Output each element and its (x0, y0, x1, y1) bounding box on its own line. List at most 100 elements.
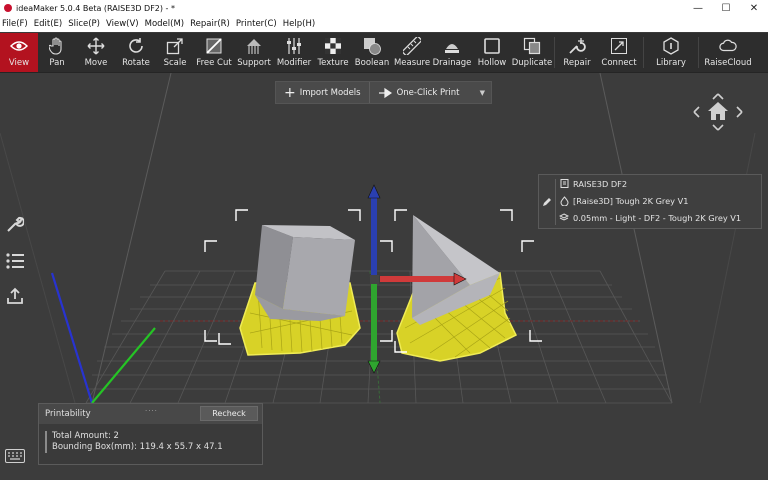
printability-title: Printability (45, 409, 91, 419)
tool-drainage[interactable]: Drainage (432, 33, 472, 72)
printer-row[interactable]: RAISE3D DF2 (539, 175, 761, 192)
import-models-button[interactable]: + Import Models (276, 82, 369, 103)
nav-right-icon (736, 106, 743, 118)
connect-icon (610, 37, 628, 55)
menu-help[interactable]: Help(H) (283, 19, 315, 29)
rotate-icon (127, 37, 145, 55)
tool-texture[interactable]: Texture (314, 33, 352, 72)
tool-label: Drainage (432, 58, 472, 68)
material-row[interactable]: [Raise3D] Tough 2K Grey V1 (539, 192, 761, 209)
tool-label: Boolean (354, 58, 390, 68)
menu-edit[interactable]: Edit(E) (34, 19, 62, 29)
wrench-icon[interactable] (4, 213, 26, 235)
total-amount-text: Total Amount: 2 (52, 431, 119, 441)
eye-icon (10, 37, 28, 55)
tool-duplicate[interactable]: Duplicate (512, 33, 552, 72)
tool-hollow[interactable]: Hollow (472, 33, 512, 72)
tool-scale[interactable]: Scale (156, 33, 194, 72)
tool-label: Modifier (276, 58, 312, 68)
toolbar-divider (643, 37, 644, 68)
tool-label: Support (237, 58, 271, 68)
printer-icon (559, 179, 569, 188)
window-title: ideaMaker 5.0.4 Beta (RAISE3D DF2) - * (16, 3, 175, 13)
tool-library[interactable]: Library (646, 33, 696, 72)
support-icon (245, 37, 263, 55)
close-button[interactable]: ✕ (740, 3, 768, 14)
menu-slice[interactable]: Slice(P) (68, 19, 100, 29)
wrench-plus-icon (568, 37, 586, 55)
tool-label: RaiseCloud (704, 58, 752, 68)
menu-view[interactable]: View(V) (106, 19, 139, 29)
tool-support[interactable]: Support (234, 33, 274, 72)
toolbar-divider (698, 37, 699, 68)
import-models-label: Import Models (299, 87, 361, 98)
tool-repair[interactable]: Repair (557, 33, 597, 72)
tool-modifier[interactable]: Modifier (274, 33, 314, 72)
profile-row[interactable]: 0.05mm - Light - DF2 - Tough 2K Grey V1 (539, 209, 761, 226)
tool-label: Scale (163, 58, 187, 68)
tool-boolean[interactable]: Boolean (352, 33, 392, 72)
home-icon (708, 102, 728, 120)
tool-measure[interactable]: Measure (392, 33, 432, 72)
resin-drop-icon (559, 195, 569, 206)
nav-left-icon (693, 106, 700, 118)
tool-raisecloud[interactable]: RaiseCloud (701, 33, 755, 72)
view-navigation[interactable] (692, 92, 744, 132)
world-axis-z (50, 272, 94, 404)
recheck-button[interactable]: Recheck (200, 406, 258, 421)
panel-divider (555, 179, 556, 225)
tool-label: Library (656, 58, 686, 68)
title-bar: ideaMaker 5.0.4 Beta (RAISE3D DF2) - * —… (0, 0, 768, 16)
cut-icon (205, 37, 223, 55)
hand-icon (48, 37, 66, 55)
printer-info-panel: RAISE3D DF2 [Raise3D] Tough 2K Grey V1 0… (538, 174, 762, 229)
tool-label: Repair (563, 58, 591, 68)
hollow-icon (483, 37, 501, 55)
printability-header: Printability .... Recheck (39, 404, 262, 424)
list-icon[interactable] (4, 250, 26, 272)
ruler-icon (403, 37, 421, 55)
plus-icon: + (284, 84, 296, 101)
boolean-icon (363, 37, 381, 55)
menu-model[interactable]: Model(M) (145, 19, 185, 29)
keyboard-icon[interactable] (5, 448, 25, 464)
tool-label: Connect (601, 58, 637, 68)
edit-icon[interactable] (542, 197, 552, 207)
action-bar: + Import Models One-Click Print ▼ (275, 81, 492, 104)
print-dropdown-button[interactable]: ▼ (474, 89, 491, 97)
menu-file[interactable]: File(F) (2, 19, 28, 29)
tool-label: Rotate (122, 58, 150, 68)
drainage-icon (443, 37, 461, 55)
profile-name: 0.05mm - Light - DF2 - Tough 2K Grey V1 (573, 212, 742, 223)
tool-move[interactable]: Move (76, 33, 116, 72)
modifier-icon (285, 37, 303, 55)
tool-free-cut[interactable]: Free Cut (194, 33, 234, 72)
printability-panel: Printability .... Recheck Total Amount: … (38, 403, 263, 465)
tool-view[interactable]: View (0, 33, 38, 72)
menu-repair[interactable]: Repair(R) (190, 19, 230, 29)
model-cube[interactable] (255, 225, 355, 321)
app-logo-icon (4, 4, 12, 12)
one-click-print-button[interactable]: One-Click Print (370, 82, 468, 103)
tool-label: Duplicate (511, 58, 553, 68)
tool-label: Texture (317, 58, 349, 68)
tool-connect[interactable]: Connect (597, 33, 641, 72)
cloud-icon (719, 37, 737, 55)
tool-rotate[interactable]: Rotate (116, 33, 156, 72)
tool-pan[interactable]: Pan (38, 33, 76, 72)
drag-handle[interactable]: .... (145, 405, 158, 413)
tool-label: Pan (49, 58, 65, 68)
nav-down-icon (712, 124, 724, 131)
tool-label: Free Cut (196, 58, 232, 68)
menu-printer[interactable]: Printer(C) (236, 19, 277, 29)
export-icon[interactable] (4, 285, 26, 307)
move-icon (87, 37, 105, 55)
print-icon (378, 87, 392, 98)
minimize-button[interactable]: — (684, 3, 712, 14)
one-click-print-label: One-Click Print (396, 87, 460, 98)
maximize-button[interactable]: ☐ (712, 3, 740, 14)
library-icon (662, 37, 680, 55)
toolbar: View Pan Move Rotate Scale Free Cut Supp… (0, 33, 768, 73)
duplicate-icon (523, 37, 541, 55)
tool-label: View (8, 58, 30, 68)
